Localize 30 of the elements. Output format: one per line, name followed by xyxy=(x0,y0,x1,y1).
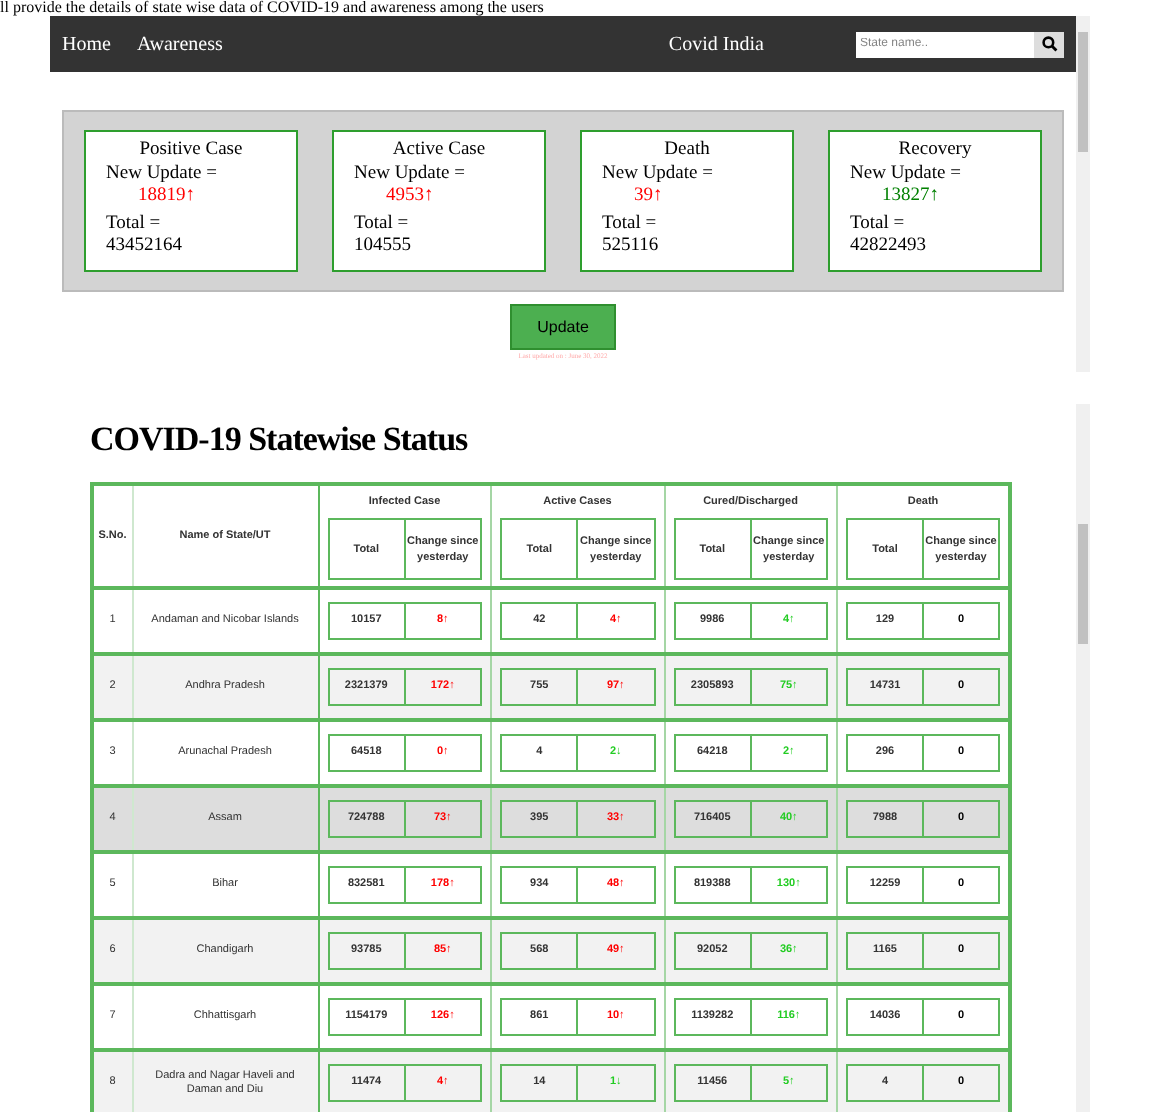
total-label: Total = xyxy=(850,213,907,236)
site-title: Covid India xyxy=(668,31,764,59)
search-button[interactable] xyxy=(1034,31,1064,57)
new-update-label: New Update = xyxy=(354,163,467,186)
card-title: Recovery xyxy=(896,140,974,163)
nav-link[interactable]: Home xyxy=(62,29,111,59)
total-value: 42822493 xyxy=(850,236,928,259)
total-label: Total = xyxy=(106,213,163,236)
new-update-label: New Update = xyxy=(106,163,219,186)
scrollbar[interactable] xyxy=(1076,16,1090,372)
update-button[interactable]: Update xyxy=(510,304,616,350)
card-title: Positive Case xyxy=(137,140,245,163)
card-title: Death xyxy=(662,140,712,163)
new-update-value: 39↑ xyxy=(632,186,665,209)
new-update-label: New Update = xyxy=(602,163,715,186)
new-update-value: 18819↑ xyxy=(136,186,197,209)
total-label: Total = xyxy=(602,213,659,236)
new-update-value: 13827↑ xyxy=(880,186,941,209)
intro-text: ll provide the details of state wise data of COVID-19 and awareness among the users xyxy=(0,0,546,16)
new-update-label: New Update = xyxy=(850,163,963,186)
nav-link[interactable]: Awareness xyxy=(136,29,223,59)
total-value: 43452164 xyxy=(106,236,184,259)
new-update-value: 4953↑ xyxy=(384,186,436,209)
card-title: Active Case xyxy=(390,140,488,163)
total-label: Total = xyxy=(354,213,411,236)
scrollbar[interactable] xyxy=(1076,404,1090,1112)
total-value: 525116 xyxy=(602,236,661,259)
table-title: COVID-19 Statewise Status xyxy=(90,418,470,462)
total-value: 104555 xyxy=(354,236,413,259)
search-icon xyxy=(1041,36,1057,52)
